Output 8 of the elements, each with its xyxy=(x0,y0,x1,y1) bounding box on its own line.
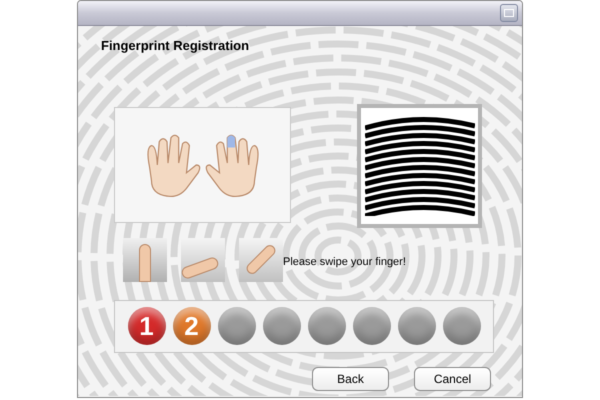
finger-lift-drawing xyxy=(239,238,283,282)
finger-press-drawing xyxy=(123,238,167,282)
finger-swipe-drawing xyxy=(181,238,225,282)
dialog-button[interactable]: Back xyxy=(312,366,389,390)
dialog-button[interactable]: Cancel xyxy=(414,366,491,390)
window-title: Fingerprint Registration xyxy=(101,37,250,55)
instruction-text: Please swipe your finger! xyxy=(283,255,406,270)
window-menu-icon[interactable] xyxy=(500,4,518,22)
